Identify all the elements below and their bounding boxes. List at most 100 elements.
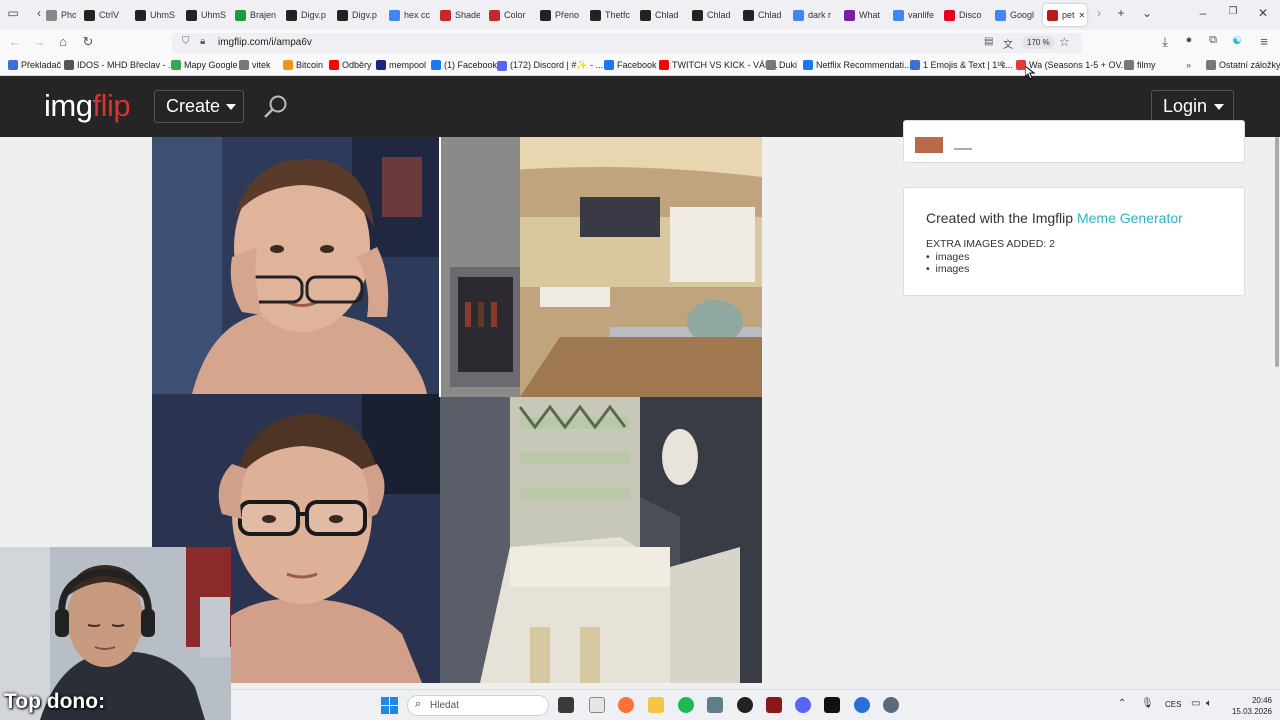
tab-label: Digv.p [352, 10, 377, 20]
obs-icon[interactable] [737, 697, 753, 713]
browser-tab[interactable]: Chlad [743, 4, 785, 26]
bookmark-item[interactable]: (1) Facebook [431, 60, 497, 70]
browser-tab[interactable]: What [844, 4, 884, 26]
task-view-icon[interactable] [558, 697, 574, 713]
discord-icon[interactable] [795, 697, 811, 713]
taskbar-search[interactable]: ⌕ Hledat [407, 695, 549, 716]
more-bookmarks-icon[interactable]: » [1186, 60, 1191, 70]
browser-tab[interactable]: Disco [944, 4, 986, 26]
create-button[interactable]: Create [154, 90, 244, 123]
bookmark-item[interactable]: mempool [376, 60, 426, 70]
lock-icon[interactable]: 🔒︎ [200, 36, 205, 47]
browser-tab[interactable]: Chlad [640, 4, 682, 26]
windows-start-icon[interactable] [381, 697, 398, 714]
related-meme-thumbnail[interactable] [915, 137, 943, 153]
epic-games-icon[interactable] [824, 697, 840, 713]
browser-tab[interactable]: hex cc [389, 4, 431, 26]
browser-tab[interactable]: Googl [995, 4, 1035, 26]
tab-label: vanlife [908, 10, 935, 20]
back-icon[interactable]: ← [6, 34, 24, 49]
bookmark-item[interactable]: IDOS - MHD Břeclav - ... [64, 60, 176, 70]
browser-tab[interactable]: pet ✕ [1043, 4, 1087, 26]
address-bar[interactable]: ⛉ 🔒︎ imgflip.com/i/ampa6v ▤ 文 170 % ☆ [172, 33, 1082, 53]
forward-icon[interactable]: → [30, 34, 48, 49]
imgflip-logo[interactable]: imgflip [44, 88, 131, 124]
app-icon[interactable] [766, 697, 782, 713]
tab-overview-icon[interactable]: ▭ [4, 6, 22, 20]
file-explorer-icon[interactable] [648, 697, 664, 713]
firefox-icon[interactable] [618, 697, 634, 713]
close-tab-icon[interactable]: ✕ [1079, 11, 1086, 20]
browser-tab[interactable]: Brajen [235, 4, 277, 26]
account-icon[interactable]: ● [1180, 34, 1198, 46]
search-icon: ⌕ [415, 698, 422, 710]
tab-favicon-icon [84, 9, 95, 21]
network-icon[interactable]: ▭ [1191, 698, 1200, 709]
zoom-level[interactable]: 170 % [1022, 36, 1055, 49]
browser-tab[interactable]: Color [489, 4, 531, 26]
tab-label: dark r [808, 10, 832, 20]
related-meme-card[interactable] [903, 120, 1245, 163]
bookmark-item[interactable]: filmy [1124, 60, 1156, 70]
browser-tab[interactable]: Thetfc [590, 4, 632, 26]
bookmark-item[interactable]: Bitcoin [283, 60, 323, 70]
menu-icon[interactable]: ≡ [1255, 34, 1273, 49]
browser-icon[interactable] [854, 697, 870, 713]
browser-tab[interactable]: Digv.p [286, 4, 328, 26]
meme-generator-link[interactable]: Meme Generator [1077, 210, 1183, 226]
new-tab-icon[interactable]: + [1112, 6, 1130, 20]
url-text[interactable]: imgflip.com/i/ampa6v [218, 37, 312, 48]
microphone-icon[interactable]: 🎙︎ [1141, 698, 1154, 709]
system-clock[interactable]: 20:46 15.03.2026 [1228, 695, 1272, 717]
settings-icon[interactable] [883, 697, 899, 713]
bookmark-item[interactable]: (172) Discord | #✨ - ... [497, 60, 603, 71]
show-hidden-icons-icon[interactable]: ⌃ [1118, 698, 1126, 709]
bookmark-item[interactable]: 1 Emojis & Text | 1¹₠... [910, 60, 1013, 70]
browser-tab[interactable]: Chlad [692, 4, 734, 26]
maximize-icon[interactable]: ❐ [1224, 6, 1242, 17]
bookmark-item[interactable]: Překladač [8, 60, 61, 70]
volume-icon[interactable]: 🔈︎ [1206, 698, 1212, 709]
page-scrollbar[interactable] [1275, 137, 1279, 367]
browser-tab[interactable]: UhmS [186, 4, 226, 26]
snipping-tool-icon[interactable] [589, 697, 605, 713]
calculator-icon[interactable] [707, 697, 723, 713]
home-icon[interactable]: ⌂ [54, 34, 72, 49]
browser-tab[interactable]: Digv.p [337, 4, 379, 26]
browser-tab[interactable]: dark r [793, 4, 835, 26]
bookmark-label: (172) Discord | #✨ - ... [510, 60, 604, 70]
bookmark-item[interactable]: Duki [766, 60, 797, 70]
generator-info-card: Created with the Imgflip Meme Generator … [903, 187, 1245, 296]
extensions-icon[interactable]: ⧉ [1204, 34, 1222, 47]
close-window-icon[interactable]: ✕ [1254, 6, 1272, 20]
login-button[interactable]: Login [1151, 90, 1234, 123]
meme-image[interactable] [152, 137, 762, 683]
bookmark-star-icon[interactable]: ☆ [1059, 35, 1070, 49]
browser-tab[interactable]: vanlife [893, 4, 935, 26]
downloads-icon[interactable]: ⤓ [1156, 34, 1174, 50]
extension-icon[interactable]: ☯ [1228, 34, 1246, 47]
reader-view-icon[interactable]: ▤ [984, 36, 993, 47]
bookmark-item[interactable]: Mapy Google [171, 60, 238, 70]
browser-tab[interactable]: Shade [440, 4, 480, 26]
browser-tab[interactable]: CtrlV [84, 4, 126, 26]
bookmark-item[interactable]: Odběry [329, 60, 372, 70]
search-icon[interactable] [262, 94, 288, 120]
bookmark-item[interactable]: Netflix Recommendati... [803, 60, 912, 70]
bookmark-item[interactable]: vitek [239, 60, 271, 70]
browser-tab[interactable]: Přeno [540, 4, 582, 26]
tab-scroll-right-icon[interactable]: › [1090, 6, 1108, 20]
reload-icon[interactable]: ↻ [79, 34, 97, 50]
translate-icon[interactable]: 文 [1003, 36, 1013, 51]
browser-tab[interactable]: UhmS [135, 4, 175, 26]
spotify-icon[interactable] [678, 697, 694, 713]
clock-date: 15.03.2026 [1231, 707, 1272, 716]
tracking-shield-icon[interactable]: ⛉ [182, 36, 190, 47]
bookmark-item[interactable]: TWITCH VS KICK - VÁL... [659, 60, 778, 70]
bookmark-item[interactable]: Ostatní záložky [1206, 60, 1280, 70]
browser-tab[interactable]: Photo [46, 4, 76, 26]
language-indicator[interactable]: CES [1165, 700, 1181, 709]
minimize-icon[interactable]: – [1194, 6, 1212, 20]
tab-list-icon[interactable]: ⌄ [1138, 6, 1156, 20]
bookmark-item[interactable]: Facebook [604, 60, 657, 70]
